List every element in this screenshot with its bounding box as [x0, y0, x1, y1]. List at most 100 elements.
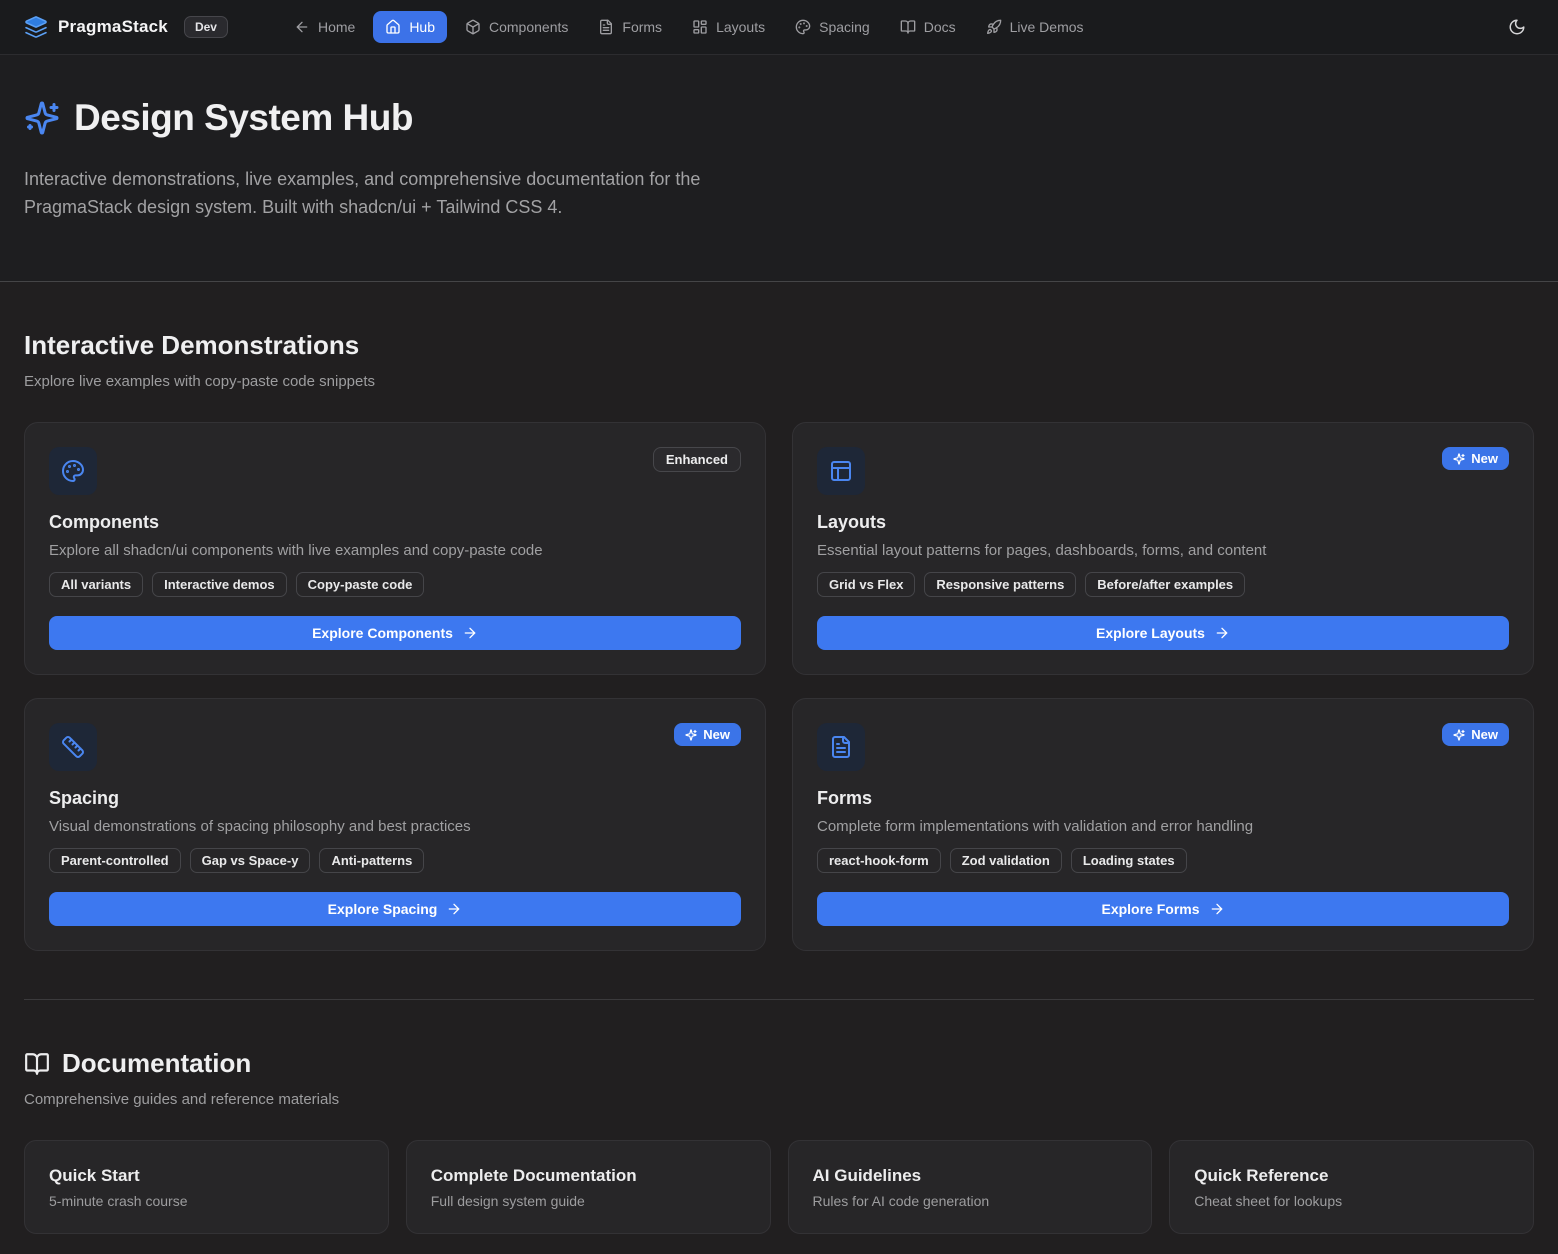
nav-item-home[interactable]: Home — [282, 11, 367, 43]
card-description: Visual demonstrations of spacing philoso… — [49, 818, 741, 835]
box-icon — [465, 19, 481, 35]
explore-forms-button[interactable]: Explore Forms — [817, 892, 1509, 926]
sparkles-icon — [1453, 453, 1465, 465]
nav-item-layouts[interactable]: Layouts — [680, 11, 777, 43]
nav-item-label: Hub — [409, 19, 435, 35]
house-icon — [385, 19, 401, 35]
new-badge: New — [1442, 723, 1509, 746]
arrow-left-icon — [294, 19, 310, 35]
tag: Grid vs Flex — [817, 572, 915, 597]
page-title: Design System Hub — [74, 97, 413, 139]
nav-item-live-demos[interactable]: Live Demos — [974, 11, 1096, 43]
doc-card-complete-documentation[interactable]: Complete Documentation Full design syste… — [406, 1140, 771, 1234]
tag: Parent-controlled — [49, 848, 181, 873]
demo-card-layouts[interactable]: New Layouts Essential layout patterns fo… — [792, 422, 1534, 675]
nav-item-label: Home — [318, 19, 355, 35]
demos-subheading: Explore live examples with copy-paste co… — [24, 373, 1534, 390]
tag: Zod validation — [950, 848, 1062, 873]
card-title: Spacing — [49, 788, 741, 809]
tag: Loading states — [1071, 848, 1187, 873]
badge-label: New — [1471, 727, 1498, 742]
nav-item-docs[interactable]: Docs — [888, 11, 968, 43]
layers-icon — [24, 15, 48, 39]
ruler-icon — [49, 723, 97, 771]
theme-toggle-button[interactable] — [1500, 10, 1534, 44]
badge-label: New — [1471, 451, 1498, 466]
file-text-icon — [598, 19, 614, 35]
card-description: Explore all shadcn/ui components with li… — [49, 542, 741, 559]
explore-spacing-button[interactable]: Explore Spacing — [49, 892, 741, 926]
demo-card-spacing[interactable]: New Spacing Visual demonstrations of spa… — [24, 698, 766, 951]
rocket-icon — [986, 19, 1002, 35]
button-label: Explore Forms — [1101, 901, 1199, 917]
page-subtitle: Interactive demonstrations, live example… — [24, 165, 774, 221]
nav-item-hub[interactable]: Hub — [373, 11, 447, 43]
button-label: Explore Layouts — [1096, 625, 1205, 641]
palette-icon — [795, 19, 811, 35]
nav-item-components[interactable]: Components — [453, 11, 580, 43]
nav-item-label: Spacing — [819, 19, 870, 35]
card-description: Essential layout patterns for pages, das… — [817, 542, 1509, 559]
sparkles-icon — [685, 729, 697, 741]
button-label: Explore Components — [312, 625, 453, 641]
doc-card-quick-reference[interactable]: Quick Reference Cheat sheet for lookups — [1169, 1140, 1534, 1234]
doc-card-grid: Quick Start 5-minute crash course Comple… — [24, 1140, 1534, 1234]
doc-card-quick-start[interactable]: Quick Start 5-minute crash course — [24, 1140, 389, 1234]
card-title: AI Guidelines — [813, 1166, 1128, 1186]
docs-section-header: Documentation Comprehensive guides and r… — [24, 1000, 1534, 1108]
tag-row: Grid vs Flex Responsive patterns Before/… — [817, 572, 1509, 597]
tag: All variants — [49, 572, 143, 597]
book-open-icon — [24, 1051, 50, 1077]
badge-label: New — [703, 727, 730, 742]
dev-badge: Dev — [184, 16, 228, 38]
docs-heading: Documentation — [24, 1048, 1534, 1079]
demos-heading: Interactive Demonstrations — [24, 330, 1534, 361]
nav-item-label: Layouts — [716, 19, 765, 35]
doc-card-ai-guidelines[interactable]: AI Guidelines Rules for AI code generati… — [788, 1140, 1153, 1234]
docs-heading-label: Documentation — [62, 1048, 251, 1079]
status-badge: Enhanced — [653, 447, 741, 472]
card-title: Layouts — [817, 512, 1509, 533]
hero-section: Design System Hub Interactive demonstrat… — [0, 55, 1558, 282]
demo-card-components[interactable]: Enhanced Components Explore all shadcn/u… — [24, 422, 766, 675]
tag: Interactive demos — [152, 572, 287, 597]
brand[interactable]: PragmaStack Dev — [24, 15, 228, 39]
arrow-right-icon — [1209, 901, 1225, 917]
tag: react-hook-form — [817, 848, 941, 873]
explore-components-button[interactable]: Explore Components — [49, 616, 741, 650]
sparkles-icon — [24, 100, 60, 136]
card-description: Cheat sheet for lookups — [1194, 1193, 1509, 1209]
arrow-right-icon — [1214, 625, 1230, 641]
nav-item-spacing[interactable]: Spacing — [783, 11, 882, 43]
tag: Gap vs Space-y — [190, 848, 311, 873]
new-badge: New — [1442, 447, 1509, 470]
card-description: Full design system guide — [431, 1193, 746, 1209]
moon-icon — [1508, 18, 1526, 36]
book-open-icon — [900, 19, 916, 35]
tag: Responsive patterns — [924, 572, 1076, 597]
new-badge: New — [674, 723, 741, 746]
card-title: Quick Start — [49, 1166, 364, 1186]
card-title: Complete Documentation — [431, 1166, 746, 1186]
tag: Anti-patterns — [319, 848, 424, 873]
tag: Before/after examples — [1085, 572, 1245, 597]
demo-card-forms[interactable]: New Forms Complete form implementations … — [792, 698, 1534, 951]
arrow-right-icon — [446, 901, 462, 917]
panels-top-left-icon — [817, 447, 865, 495]
explore-layouts-button[interactable]: Explore Layouts — [817, 616, 1509, 650]
sparkles-icon — [1453, 729, 1465, 741]
nav-item-label: Docs — [924, 19, 956, 35]
file-text-icon — [817, 723, 865, 771]
demos-section-header: Interactive Demonstrations Explore live … — [24, 282, 1534, 390]
nav-item-forms[interactable]: Forms — [586, 11, 674, 43]
card-title: Quick Reference — [1194, 1166, 1509, 1186]
card-description: Rules for AI code generation — [813, 1193, 1128, 1209]
button-label: Explore Spacing — [328, 901, 438, 917]
nav-menu: Home Hub Components Forms Layouts — [282, 11, 1096, 43]
docs-subheading: Comprehensive guides and reference mater… — [24, 1091, 1534, 1108]
nav-item-label: Components — [489, 19, 568, 35]
nav-item-label: Forms — [622, 19, 662, 35]
main-content: Interactive Demonstrations Explore live … — [0, 282, 1558, 1254]
tag-row: Parent-controlled Gap vs Space-y Anti-pa… — [49, 848, 741, 873]
tag-row: All variants Interactive demos Copy-past… — [49, 572, 741, 597]
